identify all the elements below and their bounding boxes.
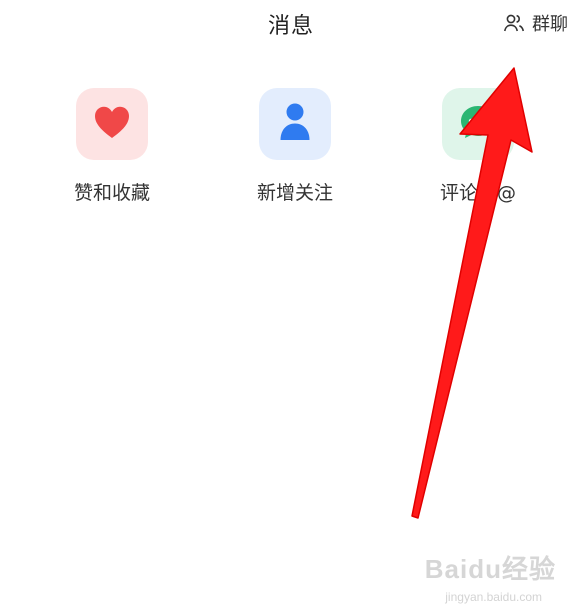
new-followers-tile[interactable]: 新增关注 <box>235 88 355 205</box>
people-icon <box>503 12 525 34</box>
comment-icon <box>459 104 497 144</box>
likes-icon-box <box>76 88 148 160</box>
group-chat-label: 群聊 <box>532 14 568 35</box>
comments-and-mentions-label: 评论和@ <box>439 182 516 204</box>
likes-and-favorites-tile[interactable]: 赞和收藏 <box>52 88 172 205</box>
person-icon <box>278 102 312 146</box>
likes-and-favorites-label: 赞和收藏 <box>73 182 150 204</box>
watermark-url: jingyan.baidu.com <box>445 590 542 604</box>
comments-icon-box <box>442 88 514 160</box>
comments-and-mentions-tile[interactable]: 评论和@ <box>418 88 538 205</box>
heart-icon <box>93 105 131 143</box>
watermark-logo: Baidu经验 <box>424 554 556 584</box>
messages-page: 消息 群聊 赞和收藏 新增关注 评论和@ Baidu经验 jingyan.bai… <box>0 0 582 608</box>
group-chat-button[interactable]: 群聊 <box>503 10 568 36</box>
new-followers-label: 新增关注 <box>256 182 333 204</box>
followers-icon-box <box>259 88 331 160</box>
notification-categories: 赞和收藏 新增关注 评论和@ <box>0 88 582 218</box>
page-title: 消息 <box>267 14 314 39</box>
